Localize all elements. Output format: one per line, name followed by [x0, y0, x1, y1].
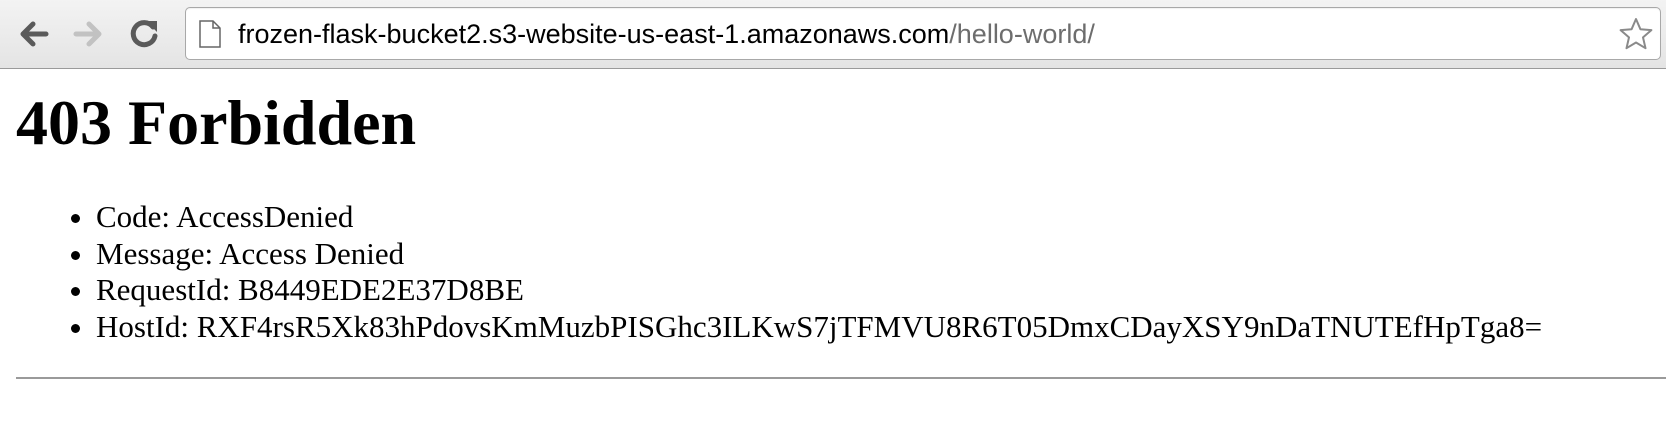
- error-details-list: Code: AccessDenied Message: Access Denie…: [60, 199, 1542, 345]
- url-path: /hello-world/: [949, 19, 1095, 49]
- list-item-message: Message: Access Denied: [96, 236, 1542, 273]
- page-content: 403 Forbidden Code: AccessDenied Message…: [0, 69, 1666, 444]
- forward-button[interactable]: [68, 14, 108, 54]
- back-button[interactable]: [14, 14, 54, 54]
- forward-arrow-icon: [73, 21, 102, 47]
- star-icon[interactable]: [1618, 16, 1654, 52]
- reload-icon: [130, 20, 158, 48]
- page-icon: [199, 20, 221, 48]
- browser-toolbar: frozen-flask-bucket2.s3-website-us-east-…: [0, 0, 1666, 69]
- list-item-request-id: RequestId: B8449EDE2E37D8BE: [96, 272, 1542, 309]
- back-arrow-icon: [20, 21, 49, 47]
- url-host: frozen-flask-bucket2.s3-website-us-east-…: [238, 19, 950, 49]
- address-url[interactable]: frozen-flask-bucket2.s3-website-us-east-…: [238, 19, 1095, 49]
- list-item-code: Code: AccessDenied: [96, 199, 1542, 236]
- reload-button[interactable]: [124, 14, 164, 54]
- list-item-host-id: HostId: RXF4rsR5Xk83hPdovsKmMuzbPISGhc3I…: [96, 309, 1542, 346]
- address-bar[interactable]: frozen-flask-bucket2.s3-website-us-east-…: [185, 7, 1661, 60]
- horizontal-rule: [16, 377, 1666, 379]
- page-title: 403 Forbidden: [16, 87, 417, 158]
